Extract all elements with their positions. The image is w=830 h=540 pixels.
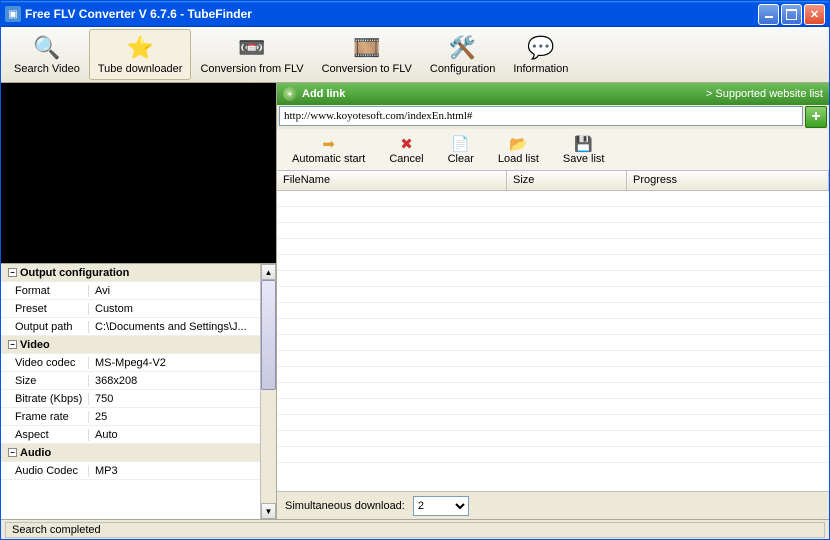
list-row [277,287,829,303]
aspect-value[interactable]: Auto [89,429,260,441]
statusbar: Search completed [1,519,829,539]
list-row [277,191,829,207]
arrow-right-icon: ➡ [319,134,339,153]
scroll-down-icon[interactable]: ▼ [261,503,276,519]
minimize-button[interactable] [758,4,779,25]
preset-value[interactable]: Custom [89,303,260,315]
conversion-to-flv-button[interactable]: 🎞️ Conversion to FLV [313,29,421,80]
output-config-header: Output configuration [20,267,129,279]
clear-button[interactable]: 📄 Clear [437,131,485,168]
output-path-value[interactable]: C:\Documents and Settings\J... [89,321,260,333]
save-list-button[interactable]: 💾 Save list [552,131,616,168]
format-label: Format [1,285,89,297]
simultaneous-download-label: Simultaneous download: [285,500,405,512]
add-link-bar: + Add link > Supported website list [277,83,829,105]
supported-websites-link[interactable]: > Supported website list [706,88,823,100]
status-text: Search completed [5,522,825,538]
list-row [277,351,829,367]
video-header: Video [20,339,50,351]
search-video-button[interactable]: 🔍 Search Video [5,29,89,80]
collapse-icon[interactable]: − [8,268,17,277]
size-value[interactable]: 368x208 [89,375,260,387]
collapse-icon[interactable]: − [8,448,17,457]
list-row [277,223,829,239]
url-input[interactable] [279,106,803,126]
folder-open-icon: 📂 [508,134,528,153]
left-panel: −Output configuration FormatAvi PresetCu… [1,83,277,519]
video-codec-label: Video codec [1,357,89,369]
list-row [277,399,829,415]
bottom-controls: Simultaneous download: 2 [277,491,829,519]
main-toolbar: 🔍 Search Video ⭐ Tube downloader 📼 Conve… [1,27,829,83]
scroll-up-icon[interactable]: ▲ [261,264,276,280]
information-button[interactable]: 💬 Information [504,29,577,80]
format-value[interactable]: Avi [89,285,260,297]
list-row [277,271,829,287]
configuration-button[interactable]: 🛠️ Configuration [421,29,504,80]
preset-label: Preset [1,303,89,315]
cancel-button[interactable]: ✖ Cancel [378,131,434,168]
list-row [277,447,829,463]
save-icon: 💾 [574,134,594,153]
framerate-value[interactable]: 25 [89,411,260,423]
list-row [277,239,829,255]
size-label: Size [1,375,89,387]
simultaneous-download-select[interactable]: 2 [413,496,469,516]
list-row [277,367,829,383]
list-row [277,255,829,271]
framerate-label: Frame rate [1,411,89,423]
bitrate-label: Bitrate (Kbps) [1,393,89,405]
column-size[interactable]: Size [507,171,627,190]
automatic-start-button[interactable]: ➡ Automatic start [281,131,376,168]
download-list-header: FileName Size Progress [277,171,829,191]
flv-to-icon: 🎞️ [353,34,381,62]
aspect-label: Aspect [1,429,89,441]
close-button[interactable] [804,4,825,25]
audio-codec-label: Audio Codec [1,465,89,477]
clear-icon: 📄 [451,134,471,153]
column-progress[interactable]: Progress [627,171,829,190]
list-row [277,207,829,223]
window-title: Free FLV Converter V 6.7.6 - TubeFinder [25,7,758,21]
properties-scrollbar[interactable]: ▲ ▼ [260,264,276,519]
flv-from-icon: 📼 [238,34,266,62]
properties-grid[interactable]: −Output configuration FormatAvi PresetCu… [1,264,260,519]
video-codec-value[interactable]: MS-Mpeg4-V2 [89,357,260,369]
list-row [277,431,829,447]
add-url-button[interactable]: + [805,106,827,128]
scroll-thumb[interactable] [261,280,276,390]
magnifier-icon: 🔍 [33,34,61,62]
app-window: ▣ Free FLV Converter V 6.7.6 - TubeFinde… [0,0,830,540]
bitrate-value[interactable]: 750 [89,393,260,405]
list-row [277,335,829,351]
download-list[interactable] [277,191,829,491]
add-link-title: Add link [302,88,706,100]
list-row [277,303,829,319]
globe-plus-icon: + [283,87,297,101]
column-filename[interactable]: FileName [277,171,507,190]
audio-codec-value[interactable]: MP3 [89,465,260,477]
gear-icon: 🛠️ [449,34,477,62]
tube-downloader-button[interactable]: ⭐ Tube downloader [89,29,192,80]
load-list-button[interactable]: 📂 Load list [487,131,550,168]
list-row [277,319,829,335]
list-row [277,383,829,399]
cancel-icon: ✖ [396,134,416,153]
star-icon: ⭐ [126,34,154,62]
info-icon: 💬 [527,34,555,62]
action-toolbar: ➡ Automatic start ✖ Cancel 📄 Clear 📂 Loa… [277,129,829,171]
conversion-from-flv-button[interactable]: 📼 Conversion from FLV [191,29,312,80]
app-icon: ▣ [5,6,21,22]
titlebar[interactable]: ▣ Free FLV Converter V 6.7.6 - TubeFinde… [1,1,829,27]
maximize-button[interactable] [781,4,802,25]
right-panel: + Add link > Supported website list + ➡ … [277,83,829,519]
list-row [277,415,829,431]
video-preview [1,83,276,263]
collapse-icon[interactable]: − [8,340,17,349]
audio-header: Audio [20,447,51,459]
output-path-label: Output path [1,321,89,333]
